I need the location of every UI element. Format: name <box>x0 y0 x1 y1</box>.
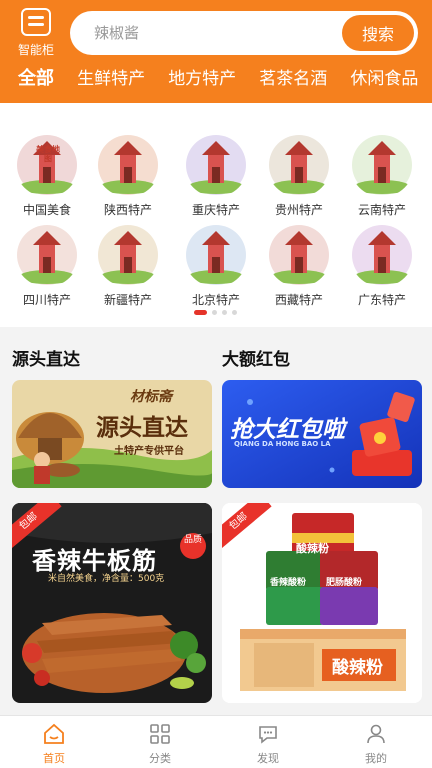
region-item[interactable]: 美食地图 中国美食 <box>9 133 85 217</box>
region-label: 广东特产 <box>357 293 406 307</box>
beef-tendon-subtitle: 米自然美食，净含量：500克 <box>48 574 165 584</box>
region-item[interactable]: 北京特产 <box>178 223 254 307</box>
region-label: 重庆特产 <box>191 203 240 217</box>
category-tab-local[interactable]: 地方特产 <box>168 64 236 89</box>
pager-dot[interactable] <box>194 310 207 315</box>
region-label: 陕西特产 <box>103 203 152 217</box>
search-input[interactable] <box>70 11 340 55</box>
shaanxi-pagoda-icon <box>96 133 160 197</box>
category-tab-fresh[interactable]: 生鲜特产 <box>77 64 145 89</box>
package-label-top: 酸辣粉 <box>296 542 329 555</box>
user-icon <box>367 724 385 744</box>
box-label: 酸辣粉 <box>332 658 383 678</box>
product-card-hot-sour-noodles[interactable]: 包邮 酸辣粉 香辣酸粉 肥肠酸粉 酸辣粉 <box>222 503 422 703</box>
tab-home-label: 首页 <box>43 752 65 765</box>
tab-category-label: 分类 <box>149 752 171 765</box>
category-tab-all[interactable]: 全部 <box>18 64 54 90</box>
cabinet-icon <box>21 8 51 36</box>
region-label: 四川特产 <box>22 293 71 307</box>
grid-icon <box>150 724 170 744</box>
hot-sour-noodles-image <box>222 503 422 703</box>
region-label: 中国美食 <box>22 203 71 217</box>
food-map-badge: 美食地图 <box>36 145 60 163</box>
smart-cabinet-button[interactable]: 智能柜 <box>14 8 58 58</box>
region-item[interactable]: 贵州特产 <box>261 133 337 217</box>
region-item[interactable]: 四川特产 <box>9 223 85 307</box>
tab-mine-label: 我的 <box>365 752 387 765</box>
region-label: 新疆特产 <box>103 293 152 307</box>
search-button[interactable]: 搜索 <box>342 15 414 51</box>
region-item[interactable]: 重庆特产 <box>178 133 254 217</box>
tab-discover-label: 发现 <box>257 752 279 765</box>
region-item[interactable]: 陕西特产 <box>90 133 166 217</box>
source-direct-banner[interactable]: 材标斋 源头直达 土特产专供平台 <box>12 380 212 488</box>
redpacket-banner-sub: QIANG DA HONG BAO LA <box>234 440 331 448</box>
tab-mine[interactable]: 我的 <box>346 722 406 766</box>
source-direct-title: 源头直达 <box>12 350 80 370</box>
beef-tendon-image <box>12 503 212 703</box>
xinjiang-tower-icon <box>96 223 160 287</box>
quality-badge: 品质 <box>180 533 206 559</box>
region-item[interactable]: 云南特产 <box>344 133 420 217</box>
package-label-left: 香辣酸粉 <box>270 578 307 588</box>
sichuan-tower-icon <box>15 223 79 287</box>
pager-dots <box>194 310 242 316</box>
yunnan-pagoda-icon <box>350 133 414 197</box>
pager-dot[interactable] <box>232 310 237 315</box>
package-label-right: 肥肠酸粉 <box>326 578 363 588</box>
region-item[interactable]: 西藏特产 <box>261 223 337 307</box>
category-tab-tea-wine[interactable]: 茗茶名酒 <box>259 64 327 89</box>
beijing-temple-icon <box>184 223 248 287</box>
guangzhou-tower-icon <box>350 223 414 287</box>
bottom-tab-bar: 首页 分类 发现 我的 <box>0 715 432 768</box>
source-banner-sub: 土特产专供平台 <box>114 446 184 457</box>
redpacket-banner-headline: 抢大红包啦 <box>230 417 345 443</box>
search-bar: 搜索 <box>70 11 418 55</box>
category-tabs: 全部 生鲜特产 地方特产 茗茶名酒 休闲食品 粮 <box>0 64 432 96</box>
pager-dot[interactable] <box>222 310 227 315</box>
product-card-beef-tendon[interactable]: 包邮 香辣牛板筋 米自然美食，净含量：500克 品质 <box>12 503 212 703</box>
home-icon <box>44 723 64 744</box>
chat-icon <box>259 726 277 744</box>
cabinet-label: 智能柜 <box>17 43 54 57</box>
tab-home[interactable]: 首页 <box>24 722 84 766</box>
source-banner-brand: 材标斋 <box>130 389 172 405</box>
region-grid: 美食地图 中国美食 陕西特产 重庆特产 贵州特产 云南特产 四川特产 新疆特产 北京特产 西藏特产… <box>0 103 432 327</box>
tab-discover[interactable]: 发现 <box>238 722 298 766</box>
redpacket-banner[interactable]: 抢大红包啦 QIANG DA HONG BAO LA <box>222 380 422 488</box>
top-header: 智能柜 搜索 全部 生鲜特产 地方特产 茗茶名酒 休闲食品 粮 <box>0 0 432 103</box>
tibet-palace-icon <box>267 223 331 287</box>
region-label: 贵州特产 <box>274 203 323 217</box>
region-item[interactable]: 新疆特产 <box>90 223 166 307</box>
china-food-icon <box>15 133 79 197</box>
category-tab-snacks[interactable]: 休闲食品 <box>350 64 418 89</box>
region-item[interactable]: 广东特产 <box>344 223 420 307</box>
tab-category[interactable]: 分类 <box>130 722 190 766</box>
region-label: 西藏特产 <box>274 293 323 307</box>
guizhou-tower-icon <box>267 133 331 197</box>
source-banner-headline: 源头直达 <box>96 415 188 441</box>
region-label: 北京特产 <box>191 293 240 307</box>
big-redpacket-title: 大额红包 <box>222 350 290 370</box>
pager-dot[interactable] <box>212 310 217 315</box>
region-label: 云南特产 <box>357 203 406 217</box>
chongqing-bridge-icon <box>184 133 248 197</box>
